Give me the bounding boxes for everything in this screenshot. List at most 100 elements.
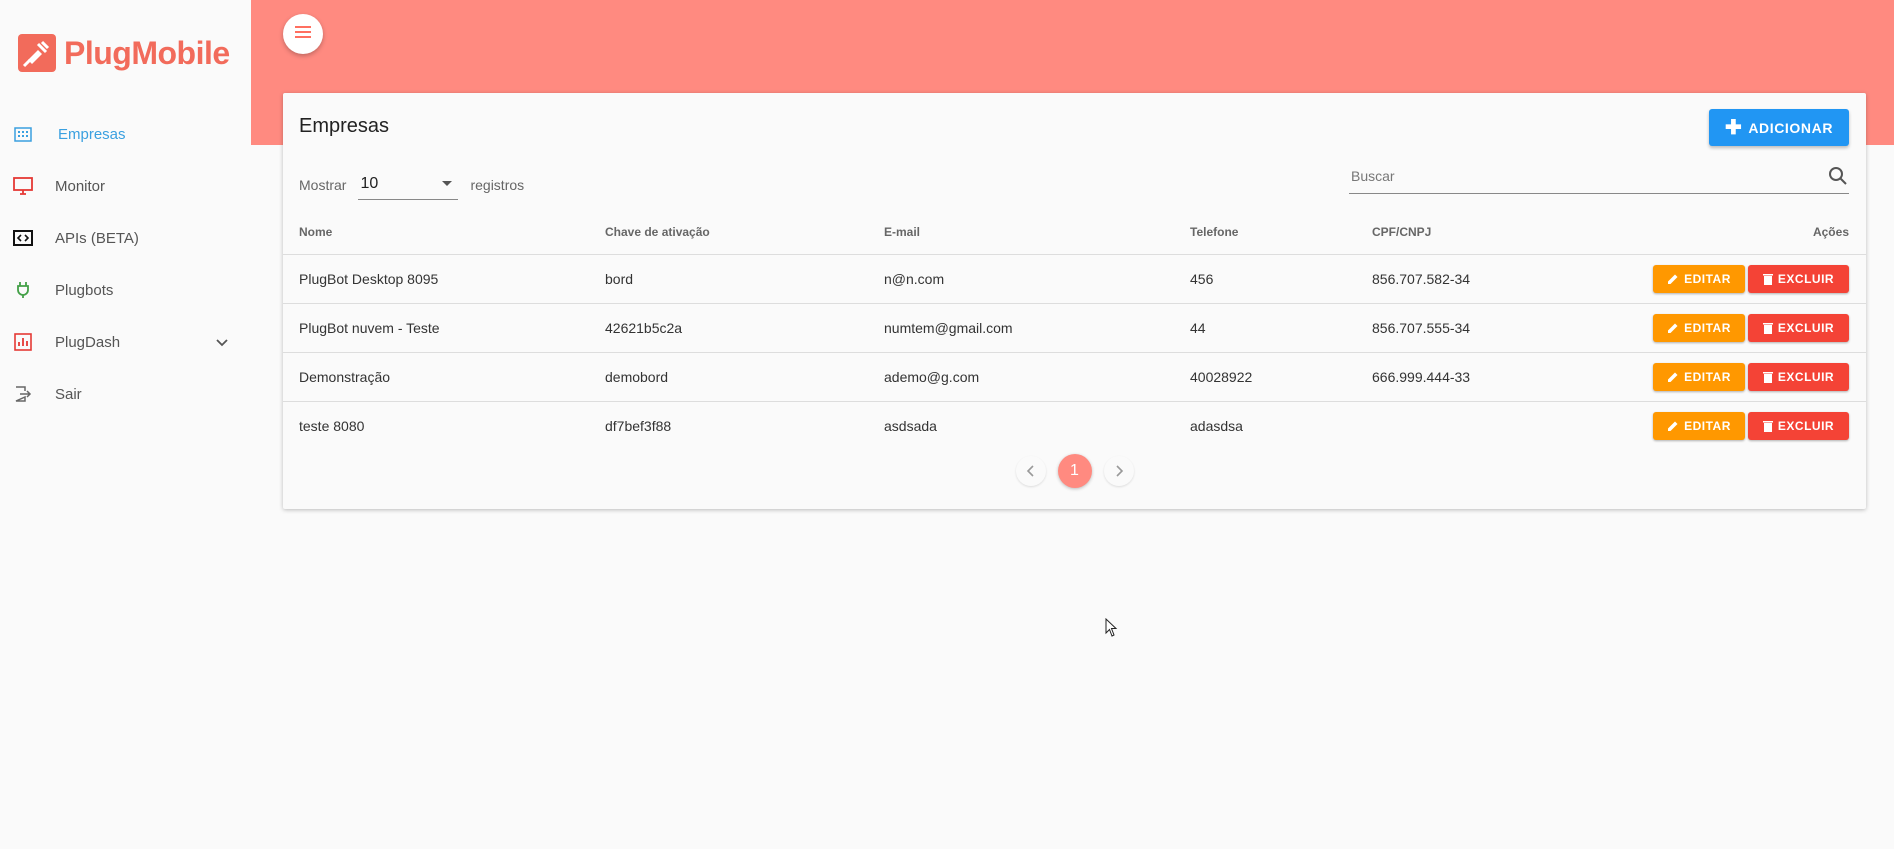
- pencil-icon: [1668, 372, 1678, 382]
- menu-icon: [294, 25, 312, 44]
- sidebar-item-label: Sair: [55, 385, 82, 403]
- column-header-chave[interactable]: Chave de ativação: [605, 210, 884, 255]
- sidebar-item-label: APIs (BETA): [55, 229, 139, 247]
- add-button-label: ADICIONAR: [1748, 119, 1834, 136]
- search-icon[interactable]: [1827, 165, 1849, 187]
- cell-nome: teste 8080: [299, 418, 365, 434]
- edit-button[interactable]: EDITAR: [1653, 363, 1745, 391]
- pencil-icon: [1668, 274, 1678, 284]
- logo[interactable]: PlugMobile: [18, 34, 230, 72]
- sidebar-item-empresas[interactable]: Empresas: [0, 108, 251, 160]
- cell-chave: df7bef3f88: [605, 418, 672, 434]
- table-header-row: Nome Chave de ativação E-mail Telefone C…: [283, 210, 1866, 255]
- sidebar-item-label: Plugbots: [55, 281, 114, 299]
- cell-nome: Demonstração: [283, 352, 605, 402]
- cell-actions: EDITAR EXCLUIR: [1572, 303, 1866, 353]
- cell-nome: PlugBot Desktop 8095: [283, 254, 605, 304]
- trash-icon: [1762, 274, 1773, 285]
- delete-label: EXCLUIR: [1777, 370, 1835, 384]
- cell-telefone: 40028922: [1190, 352, 1372, 402]
- pagination: 1: [283, 454, 1866, 488]
- code-icon: [13, 228, 33, 248]
- cell-chave: demobord: [605, 352, 884, 402]
- search-box: [1349, 161, 1849, 194]
- column-header-email[interactable]: E-mail: [884, 210, 1190, 255]
- sidebar-item-apis[interactable]: APIs (BETA): [0, 212, 251, 264]
- chevron-right-icon: [1115, 465, 1123, 477]
- sidebar-item-label: Monitor: [55, 177, 106, 195]
- delete-button[interactable]: EXCLUIR: [1748, 314, 1849, 342]
- sidebar-item-monitor[interactable]: Monitor: [0, 160, 251, 212]
- sidebar-item-label: PlugDash: [55, 333, 121, 351]
- plug-logo-icon: [18, 34, 56, 72]
- page-button-current[interactable]: 1: [1057, 454, 1092, 488]
- sidebar-item-sair[interactable]: Sair: [0, 368, 251, 420]
- cell-cpf: 856.707.582-34: [1372, 254, 1572, 304]
- chevron-left-icon: [1026, 465, 1034, 477]
- edit-label: EDITAR: [1684, 419, 1731, 433]
- trash-icon: [1762, 323, 1773, 334]
- cell-chave: 42621b5c2a: [605, 303, 884, 353]
- chevron-down-icon[interactable]: [214, 334, 230, 350]
- add-button[interactable]: ✚ ADICIONAR: [1709, 109, 1849, 146]
- page-size-value: 10: [360, 175, 379, 192]
- column-header-nome[interactable]: Nome: [283, 210, 605, 255]
- sidebar-item-label: Empresas: [58, 125, 126, 143]
- brand-name: PlugMobile: [64, 34, 230, 71]
- edit-label: EDITAR: [1684, 370, 1731, 384]
- chart-icon: [13, 332, 33, 352]
- sidebar: PlugMobile Empresas Monitor APIs (BETA) …: [0, 0, 251, 849]
- mouse-cursor-icon: [1105, 617, 1119, 638]
- caret-down-icon: [442, 181, 453, 186]
- cell-cpf: 666.999.444-33: [1372, 352, 1572, 402]
- next-page-button[interactable]: [1104, 456, 1134, 486]
- table-row: teste 8080 df7bef3f88 asdsada adasdsa ED…: [283, 402, 1866, 451]
- trash-icon: [1762, 372, 1773, 383]
- edit-label: EDITAR: [1684, 272, 1731, 286]
- edit-button[interactable]: EDITAR: [1653, 412, 1745, 440]
- edit-button[interactable]: EDITAR: [1653, 314, 1745, 342]
- plus-icon: ✚: [1724, 117, 1743, 139]
- cell-telefone: 456: [1190, 254, 1372, 304]
- pencil-icon: [1668, 323, 1678, 333]
- edit-label: EDITAR: [1684, 321, 1731, 335]
- delete-button[interactable]: EXCLUIR: [1748, 412, 1849, 440]
- sidebar-item-plugbots[interactable]: Plugbots: [0, 264, 251, 316]
- companies-card: Empresas ✚ ADICIONAR Mostrar 10 registro…: [283, 93, 1866, 509]
- cell-email: numtem@gmail.com: [884, 303, 1190, 353]
- delete-label: EXCLUIR: [1777, 419, 1835, 433]
- sidebar-nav: Empresas Monitor APIs (BETA) Plugbots Pl…: [0, 108, 251, 420]
- page-title: Empresas: [299, 115, 390, 137]
- logout-icon: [13, 384, 33, 404]
- menu-button[interactable]: [283, 14, 323, 54]
- page-size-control: Mostrar 10 registros: [299, 169, 524, 200]
- cell-actions: EDITAR EXCLUIR: [1572, 254, 1866, 304]
- cell-cpf: 856.707.555-34: [1372, 303, 1572, 353]
- cell-email: asdsada: [884, 418, 937, 434]
- search-input[interactable]: [1349, 167, 1813, 185]
- column-header-telefone[interactable]: Telefone: [1190, 210, 1372, 255]
- cell-telefone: 44: [1190, 303, 1372, 353]
- edit-button[interactable]: EDITAR: [1653, 265, 1745, 293]
- cell-chave: bord: [605, 254, 884, 304]
- show-label: Mostrar: [299, 176, 347, 193]
- trash-icon: [1762, 421, 1773, 432]
- cell-telefone: adasdsa: [1190, 418, 1243, 434]
- prev-page-button[interactable]: [1016, 456, 1046, 486]
- cell-email: n@n.com: [884, 254, 1190, 304]
- page-size-select[interactable]: 10: [358, 169, 459, 200]
- table-row: PlugBot nuvem - Teste 42621b5c2a numtem@…: [283, 303, 1866, 353]
- cell-actions: EDITAR EXCLUIR: [1572, 352, 1866, 402]
- cell-email: ademo@g.com: [884, 352, 1190, 402]
- pencil-icon: [1668, 421, 1678, 431]
- cell-nome: PlugBot nuvem - Teste: [283, 303, 605, 353]
- table-row: PlugBot Desktop 8095 bord n@n.com 456 85…: [283, 254, 1866, 304]
- sidebar-item-plugdash[interactable]: PlugDash: [0, 316, 251, 368]
- column-header-acoes: Ações: [1572, 210, 1866, 255]
- delete-button[interactable]: EXCLUIR: [1748, 363, 1849, 391]
- column-header-cpf[interactable]: CPF/CNPJ: [1372, 210, 1572, 255]
- cell-actions: EDITAR EXCLUIR: [1572, 402, 1866, 451]
- delete-button[interactable]: EXCLUIR: [1748, 265, 1849, 293]
- monitor-icon: [13, 176, 33, 196]
- plug-icon: [13, 280, 33, 300]
